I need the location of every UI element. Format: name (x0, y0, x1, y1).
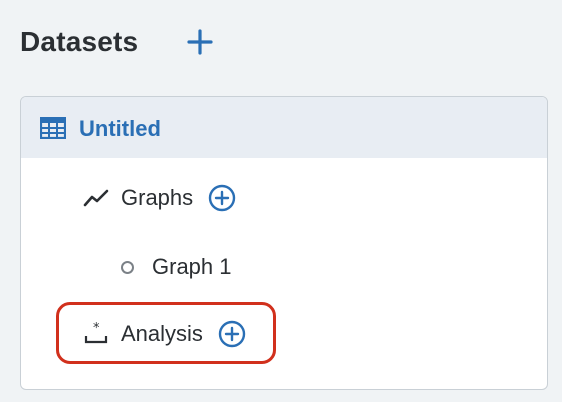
tree-item-graph-1[interactable]: Graph 1 (121, 250, 232, 284)
panel-title: Datasets (20, 26, 139, 57)
plus-icon (187, 29, 213, 55)
datasets-panel: Datasets Untitled Graphs Graph 1 * Analy… (0, 0, 562, 402)
tree-item-graphs[interactable]: Graphs (83, 181, 237, 215)
tree-item-label: Graphs (121, 185, 194, 210)
dataset-tree: Untitled Graphs Graph 1 * Analysis (20, 96, 548, 390)
add-dataset-button[interactable] (184, 26, 216, 58)
table-icon (40, 117, 66, 139)
circle-bullet-icon (121, 260, 134, 274)
analysis-icon: * (83, 321, 109, 347)
dataset-item-untitled[interactable]: Untitled (21, 97, 547, 158)
line-chart-icon (83, 185, 109, 211)
add-analysis-button[interactable] (217, 319, 247, 349)
tree-item-label: Analysis (121, 321, 203, 346)
dataset-name: Untitled (79, 116, 161, 141)
panel-header: Datasets (20, 20, 138, 64)
svg-text:*: * (93, 321, 100, 336)
circle-plus-icon (208, 184, 236, 212)
tree-item-label: Graph 1 (152, 254, 232, 279)
circle-plus-icon (218, 320, 246, 348)
tree-item-analysis[interactable]: * Analysis (83, 317, 247, 351)
add-graph-button[interactable] (207, 183, 237, 213)
